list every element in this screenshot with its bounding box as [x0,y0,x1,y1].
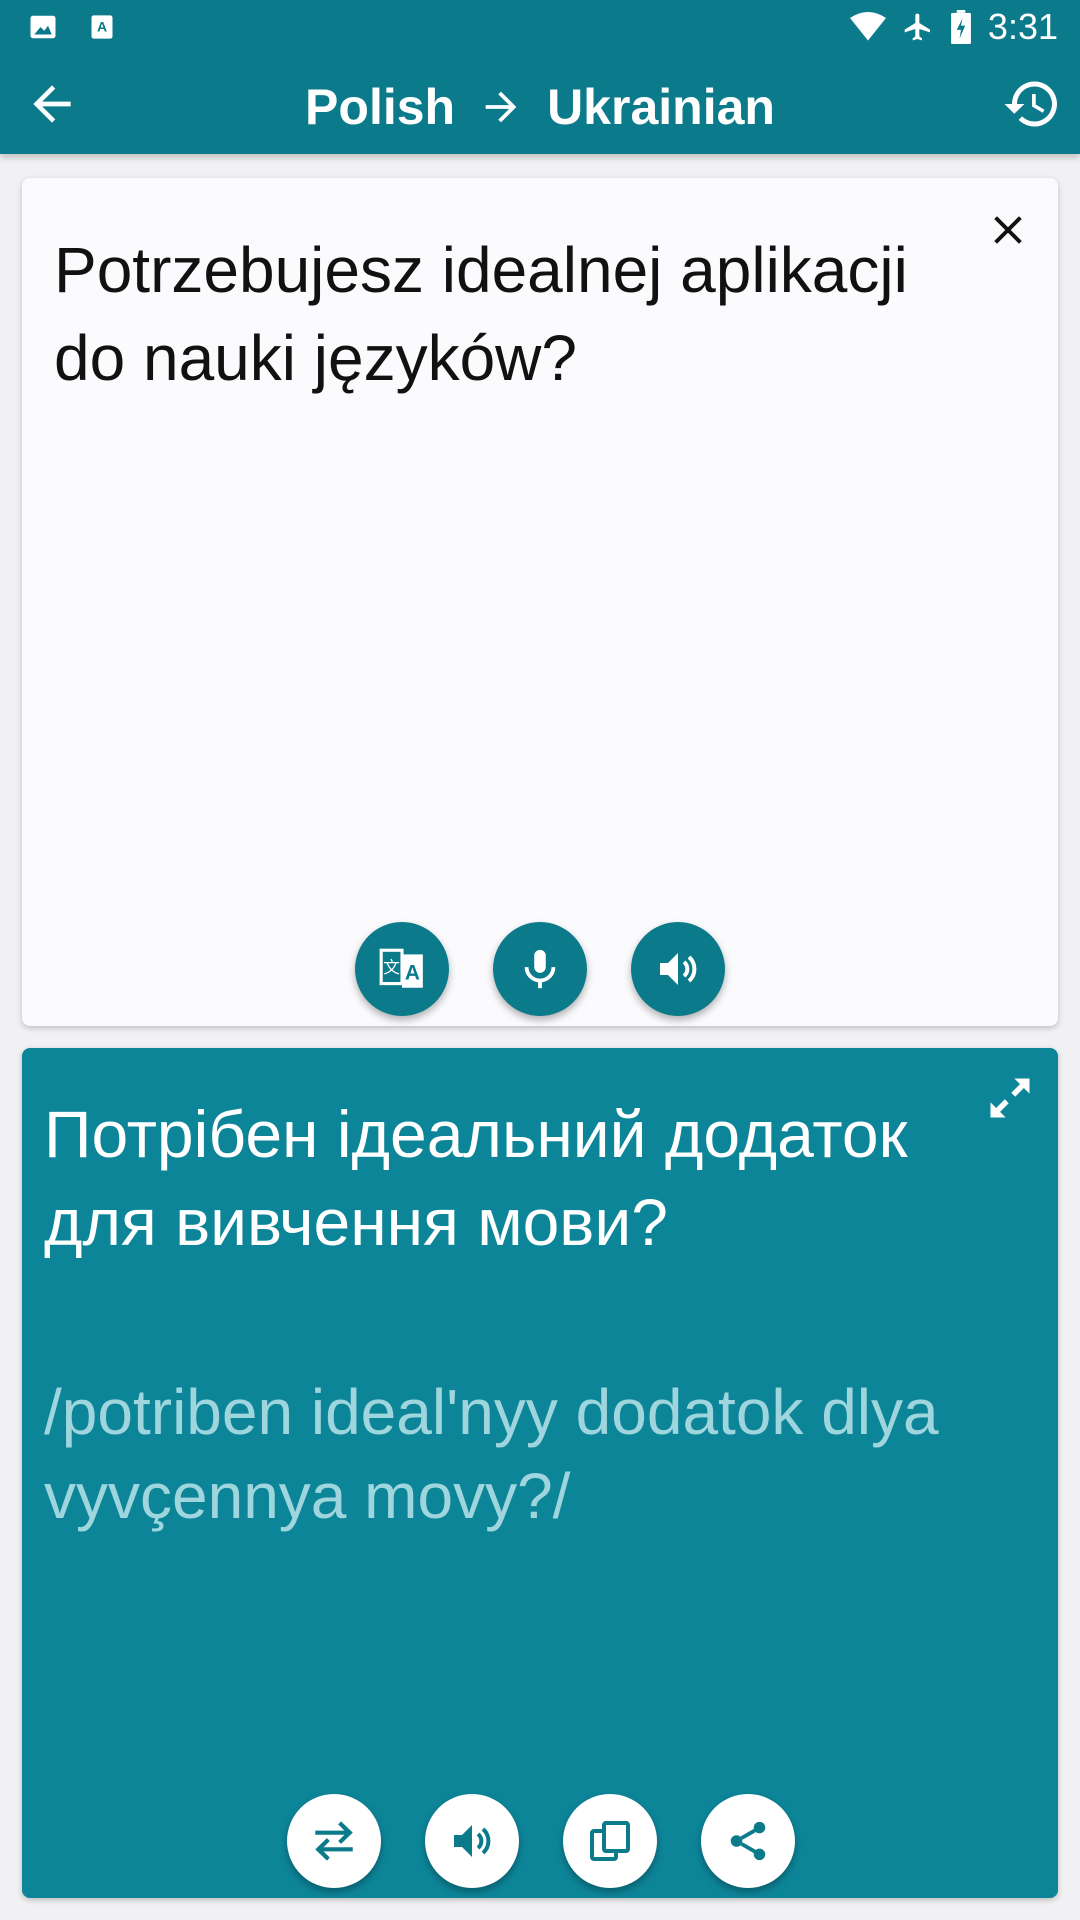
svg-text:A: A [405,961,420,984]
translation-card[interactable]: Потрібен ідеальний додаток для вивчення … [22,1048,1058,1898]
translate-icon: A 文 [379,948,423,988]
speaker-icon [660,953,697,985]
wifi-icon [849,12,886,41]
source-text-card[interactable]: Potrzebujesz idealnej aplikacji do nauki… [22,178,1058,1026]
copy-button[interactable] [563,1794,657,1888]
history-button[interactable] [1002,74,1062,134]
translation-text[interactable]: Потрібен ідеальний додаток для вивчення … [44,1090,944,1266]
target-language[interactable]: Ukrainian [547,78,775,136]
clear-text-button[interactable] [986,208,1030,252]
image-notification-icon [30,15,56,39]
history-icon [1004,81,1057,127]
battery-charging-icon [951,10,971,44]
language-pair-title[interactable]: Polish Ukrainian [0,78,1080,136]
arrow-right-icon [485,91,517,123]
swap-icon [315,1821,353,1861]
speak-translation-button[interactable] [425,1794,519,1888]
copy-icon [590,1821,630,1861]
clock: 3:31 [987,6,1058,47]
translate-notification-icon: A [91,15,113,39]
status-bar: A 3:31 [0,0,1080,54]
source-language[interactable]: Polish [305,78,455,136]
transliteration-text: /potriben ideal'nyy dodatok dlya vyvçenn… [44,1376,939,1532]
close-icon [994,216,1022,244]
airplane-icon [904,13,930,41]
share-button[interactable] [701,1794,795,1888]
fullscreen-button[interactable] [984,1072,1036,1124]
speak-source-button[interactable] [631,922,725,1016]
microphone-button[interactable] [493,922,587,1016]
swap-button[interactable] [287,1794,381,1888]
translate-button[interactable]: A 文 [355,922,449,1016]
app-bar: Polish Ukrainian [0,54,1080,154]
share-icon [730,1821,766,1861]
svg-text:A: A [97,19,107,35]
svg-text:文: 文 [383,958,400,977]
speaker-icon [454,1825,491,1857]
expand-icon [990,1078,1030,1118]
microphone-icon [524,949,556,989]
source-text[interactable]: Potrzebujesz idealnej aplikacji do nauki… [54,226,954,402]
